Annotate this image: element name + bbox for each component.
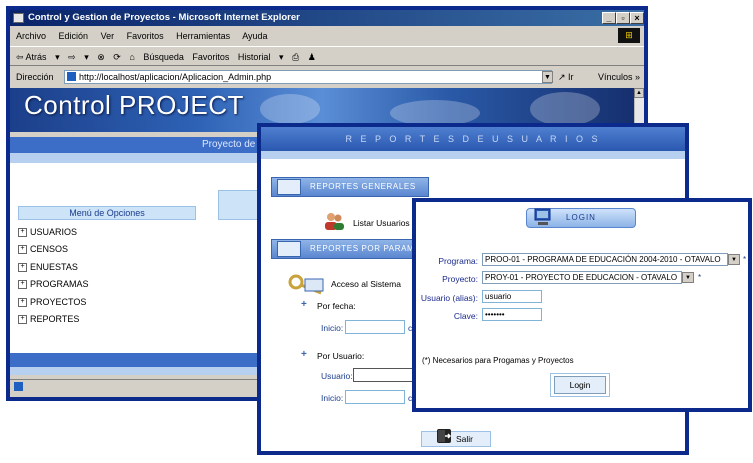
expand-icon[interactable]: + (18, 245, 27, 255)
key-icon (288, 274, 324, 295)
expand-icon[interactable]: + (18, 298, 27, 308)
login-panel: LOGIN Programa: PROO-01 - PROGRAMA DE ED… (416, 202, 748, 408)
banner-decoration (530, 92, 600, 126)
proyecto-select[interactable]: PROY-01 - PROYECTO DE EDUCACION - OTAVAL… (482, 271, 682, 284)
expand-icon[interactable]: + (18, 228, 27, 238)
forward-dropdown-icon[interactable]: ▾ (84, 52, 89, 62)
menu-item-label: USUARIOS (30, 227, 78, 237)
report-icon (277, 179, 301, 195)
favorites-button[interactable]: Favoritos (192, 52, 229, 62)
expand-icon[interactable]: + (18, 280, 27, 290)
inicio-usuario-label: Inicio: (321, 393, 344, 403)
menu-ver[interactable]: Ver (101, 31, 115, 41)
usuario-inicio-input[interactable] (345, 390, 405, 404)
menu-item-label: PROYECTOS (30, 297, 87, 307)
fecha-inicio-input[interactable] (345, 320, 405, 334)
usuario-alias-input[interactable]: usuario (482, 290, 542, 303)
options-menu-header: Menú de Opciones (18, 206, 196, 220)
banner-decoration (260, 94, 320, 124)
reportes-header: R E P O R T E S D E U S U A R I O S (261, 127, 685, 151)
back-button[interactable]: ⇦ Atrás (16, 52, 47, 62)
proyecto-dropdown-icon[interactable]: ▼ (682, 272, 694, 283)
inicio-label: Inicio: (321, 323, 344, 333)
menu-item-reportes[interactable]: + REPORTES (18, 312, 79, 326)
menu-item-label: PROGRAMAS (30, 279, 89, 289)
menu-item-label: ENUESTAS (30, 262, 78, 272)
menu-item-label: REPORTES (30, 314, 80, 324)
go-label: Ir (568, 72, 574, 82)
computer-icon (534, 208, 551, 225)
stop-button[interactable]: ⊗ (97, 52, 105, 62)
programa-label: Programa: (438, 256, 478, 266)
banner-title: Control PROJECT (24, 90, 244, 120)
clave-label: Clave: (453, 311, 478, 321)
bullet-icon: + (301, 349, 307, 360)
expand-icon[interactable]: + (18, 263, 27, 273)
reportes-subbar (261, 151, 685, 159)
login-button[interactable]: Login (554, 376, 606, 394)
usuario-input[interactable] (353, 368, 413, 382)
expand-icon[interactable]: + (18, 315, 27, 325)
search-button[interactable]: Búsqueda (143, 52, 184, 62)
ie-icon (13, 13, 24, 23)
links-more-icon: » (635, 72, 641, 82)
users-icon (325, 213, 344, 230)
menu-item-usuarios[interactable]: + USUARIOS (18, 225, 77, 239)
menu-item-enuestas[interactable]: + ENUESTAS (18, 260, 78, 274)
usuario-label: Usuario: (321, 371, 353, 381)
go-arrow-icon: ↗ (558, 72, 569, 82)
refresh-button[interactable]: ⟳ (113, 52, 121, 62)
toolbar: ⇦ Atrás ▾ ⇨ ▾ ⊗ ⟳ ⌂ Búsqueda Favoritos H… (10, 46, 644, 66)
clave-input[interactable]: ••••••• (482, 308, 542, 321)
page-icon (67, 72, 76, 81)
forward-button[interactable]: ⇨ (68, 52, 76, 62)
menu-ayuda[interactable]: Ayuda (242, 31, 267, 41)
por-usuario-label: Por Usuario: (317, 351, 365, 361)
links-button[interactable]: Vínculos » (598, 68, 640, 86)
proyecto-label: Proyecto: (442, 274, 478, 284)
bullet-icon: + (301, 299, 307, 310)
address-input[interactable]: http://localhost/aplicacion/Aplicacion_A… (64, 70, 552, 84)
listar-usuarios-link[interactable]: Listar Usuarios (353, 218, 410, 228)
menu-item-censos[interactable]: + CENSOS (18, 242, 68, 256)
por-fecha-label: Por fecha: (317, 301, 356, 311)
history-button[interactable]: Historial (238, 52, 271, 62)
go-button[interactable]: ↗ Ir (558, 68, 574, 86)
programa-dropdown-icon[interactable]: ▼ (728, 254, 740, 265)
required-note: (*) Necesarios para Progamas y Proyectos (422, 356, 574, 365)
report-icon (277, 241, 301, 257)
print-icon[interactable]: ⎙ (292, 52, 299, 62)
menu-item-programas[interactable]: + PROGRAMAS (18, 277, 89, 291)
menu-archivo[interactable]: Archivo (16, 31, 46, 41)
usuario-alias-label: Usuario (alias): (420, 293, 478, 303)
menu-bar: Archivo Edición Ver Favoritos Herramient… (10, 28, 644, 44)
home-button[interactable]: ⌂ (129, 52, 134, 62)
status-page-icon (14, 382, 23, 391)
menu-herramientas[interactable]: Herramientas (176, 31, 230, 41)
mail-dropdown-icon[interactable]: ▾ (279, 52, 284, 62)
scroll-up-icon[interactable]: ▲ (634, 88, 644, 98)
required-mark: * (698, 273, 702, 282)
address-dropdown-icon[interactable]: ▼ (542, 71, 553, 83)
close-button[interactable]: × (630, 12, 644, 24)
windows-logo-icon: ⊞ (618, 28, 640, 43)
menu-edicion[interactable]: Edición (59, 31, 89, 41)
menu-item-label: CENSOS (30, 244, 69, 254)
login-window: LOGIN Programa: PROO-01 - PROGRAMA DE ED… (412, 198, 752, 412)
browser-title: Control y Gestion de Proyectos - Microso… (10, 10, 644, 26)
minimize-button[interactable]: _ (602, 12, 616, 24)
menu-item-proyectos[interactable]: + PROYECTOS (18, 295, 86, 309)
acceso-sistema-link[interactable]: Acceso al Sistema (331, 279, 401, 289)
required-mark: * (743, 255, 747, 264)
messenger-icon[interactable]: ♟ (308, 52, 316, 62)
maximize-button[interactable]: ▫ (616, 12, 630, 24)
exit-door-icon (437, 429, 451, 443)
salir-button[interactable]: Salir (421, 431, 491, 447)
back-dropdown-icon[interactable]: ▾ (55, 52, 60, 62)
menu-favoritos[interactable]: Favoritos (127, 31, 164, 41)
programa-select[interactable]: PROO-01 - PROGRAMA DE EDUCACIÓN 2004-201… (482, 253, 728, 266)
links-label: Vínculos (598, 72, 633, 82)
